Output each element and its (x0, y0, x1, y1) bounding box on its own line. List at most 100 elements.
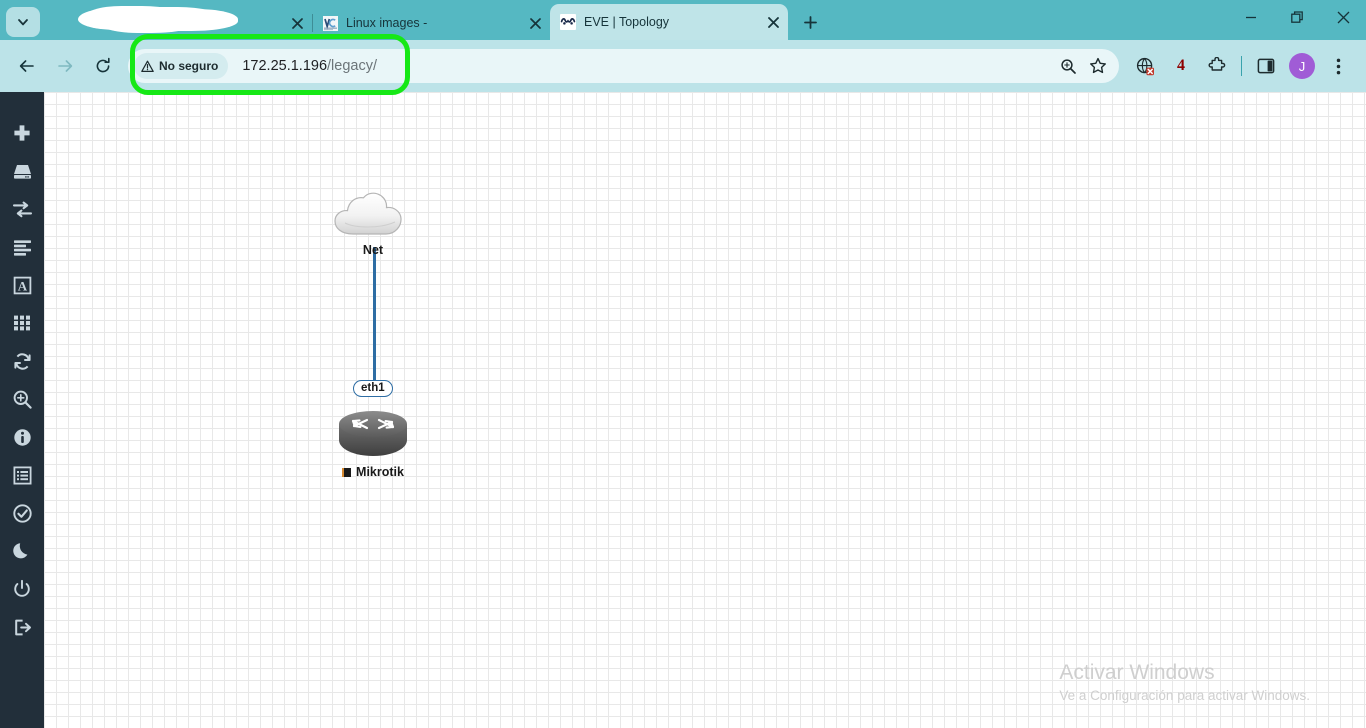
three-dot-menu-icon (1336, 58, 1340, 74)
node-label-net: Net (362, 243, 384, 257)
warning-triangle-icon (141, 60, 154, 72)
back-arrow-icon (19, 60, 34, 72)
close-icon (291, 17, 303, 29)
restore-icon (1290, 10, 1303, 23)
omnibox-actions (1053, 52, 1113, 80)
cloud-icon (334, 192, 402, 235)
browser-toolbar: No seguro 172.25.1.196/legacy/ 4 J (0, 34, 1366, 95)
search-zoom-icon (1060, 58, 1076, 74)
page-content: A Net eth1 Mikrotik Activar Windows Ve a… (0, 92, 1366, 728)
browser-tab-0[interactable] (42, 6, 312, 40)
refresh-icon (13, 352, 31, 370)
topology-canvas[interactable]: Net eth1 Mikrotik Activar Windows Ve a C… (44, 92, 1366, 728)
chrome-menu-button[interactable] (1323, 51, 1353, 81)
topology-node-net[interactable]: Net (329, 190, 417, 257)
sidebar-item-logout[interactable] (0, 608, 44, 646)
list-lines-icon (13, 239, 31, 256)
interface-label-eth1[interactable]: eth1 (353, 380, 393, 397)
eve-ng-icon (560, 14, 576, 30)
node-status-indicator (342, 467, 352, 477)
sidebar-item-add-object[interactable] (0, 114, 44, 152)
tab-close-button-0[interactable] (286, 12, 308, 34)
avatar-initial: J (1298, 58, 1306, 74)
info-circle-icon (13, 428, 31, 446)
sidebar-item-refresh[interactable] (0, 342, 44, 380)
chevron-down-icon (18, 19, 28, 26)
text-a-icon: A (13, 276, 31, 294)
sidebar-item-nodes[interactable] (0, 152, 44, 190)
tab-close-button-2[interactable] (762, 11, 784, 33)
toolbar-divider (1241, 56, 1242, 76)
vc-site-icon (322, 15, 338, 31)
url-text[interactable]: 172.25.1.196/legacy/ (242, 58, 377, 74)
logout-icon (14, 619, 31, 635)
check-circle-icon (12, 503, 32, 523)
sidebar-item-dark-mode[interactable] (0, 532, 44, 570)
window-controls (1228, 0, 1366, 40)
tab-search-button[interactable] (6, 7, 40, 37)
window-close-button[interactable] (1320, 0, 1366, 34)
sidebar-item-running[interactable] (0, 494, 44, 532)
sidebar-item-zoom[interactable] (0, 380, 44, 418)
tab-title-1: Linux images - (346, 16, 428, 30)
tab-close-button-1[interactable] (524, 12, 546, 34)
close-icon (1337, 11, 1349, 23)
url-host: 172.25.1.196 (242, 58, 328, 74)
window-restore-button[interactable] (1274, 0, 1320, 34)
magnifier-plus-icon (13, 390, 32, 409)
browser-tab-1[interactable]: Linux images - (312, 6, 550, 40)
address-bar[interactable]: No seguro 172.25.1.196/legacy/ (128, 49, 1119, 83)
watermark-subtitle: Ve a Configuración para activar Windows. (1059, 688, 1310, 703)
security-chip-label: No seguro (159, 59, 219, 73)
reload-icon (96, 57, 110, 73)
close-icon (529, 17, 541, 29)
tab-title-redaction-blob (78, 8, 178, 30)
extension-count-badge[interactable]: 4 (1166, 51, 1196, 81)
plus-icon (803, 15, 817, 29)
back-button[interactable] (11, 50, 43, 82)
grid-dots-icon (14, 315, 30, 331)
tab-title-2: EVE | Topology (584, 15, 670, 29)
server-icon (13, 164, 31, 179)
redacted-favicon (52, 15, 68, 31)
svg-text:A: A (17, 278, 27, 293)
report-list-icon (13, 466, 32, 485)
network-arrows-icon (12, 201, 32, 217)
minimize-icon (1246, 16, 1256, 19)
sidebar-item-text-objects[interactable]: A (0, 266, 44, 304)
cookies-blocked-icon (1136, 57, 1154, 75)
bookmark-button[interactable] (1084, 52, 1112, 80)
extension-count-label: 4 (1177, 57, 1185, 74)
node-label-mikrotik: Mikrotik (342, 465, 404, 479)
toolbar-action-icons: 4 J (1127, 51, 1358, 81)
router-icon (339, 411, 407, 456)
profile-avatar[interactable]: J (1289, 53, 1315, 79)
topology-link-net-mikrotik[interactable] (373, 247, 376, 387)
sidebar-item-more-actions[interactable] (0, 304, 44, 342)
puzzle-piece-icon (1208, 56, 1225, 71)
forward-arrow-icon (58, 60, 73, 72)
sidebar-item-logs[interactable] (0, 456, 44, 494)
watermark-title: Activar Windows (1059, 661, 1215, 684)
moon-icon (13, 543, 28, 559)
topology-node-mikrotik[interactable]: Mikrotik (337, 410, 409, 479)
cookies-blocked-button[interactable] (1130, 51, 1160, 81)
new-tab-button[interactable] (796, 8, 824, 36)
plus-icon (14, 125, 30, 141)
eve-sidebar: A (0, 92, 44, 728)
site-security-chip[interactable]: No seguro (134, 53, 229, 79)
zoom-indicator-button[interactable] (1054, 52, 1082, 80)
sidebar-item-networks[interactable] (0, 190, 44, 228)
url-path: /legacy/ (327, 58, 377, 74)
reload-button[interactable] (87, 50, 119, 82)
forward-button[interactable] (49, 50, 81, 82)
extensions-button[interactable] (1202, 51, 1232, 81)
close-icon (767, 16, 779, 28)
tab-strip: Linux images - EVE | Topology (0, 0, 1366, 40)
side-panel-button[interactable] (1251, 51, 1281, 81)
browser-tab-2-active[interactable]: EVE | Topology (550, 4, 788, 40)
window-minimize-button[interactable] (1228, 0, 1274, 34)
sidebar-item-startup-configs[interactable] (0, 228, 44, 266)
sidebar-item-status[interactable] (0, 418, 44, 456)
sidebar-item-shutdown[interactable] (0, 570, 44, 608)
